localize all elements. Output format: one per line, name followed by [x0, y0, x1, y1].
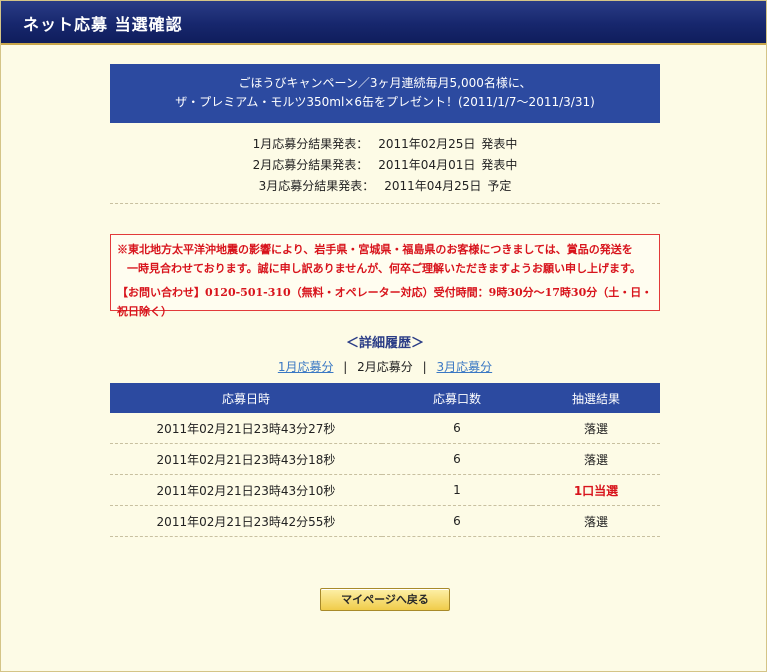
- notice-contact: 【お問い合わせ】0120-501-310（無料・オペレーター対応）受付時間：9時…: [117, 286, 653, 318]
- announcement-status: 予定: [487, 179, 512, 193]
- table-row: 2011年02月21日23時43分27秒 6 落選: [110, 413, 660, 444]
- earthquake-notice: ※東北地方太平洋沖地震の影響により、岩手県・宮城県・福島県のお客様につきましては…: [110, 234, 660, 318]
- month-tabs: 1月応募分 | 2月応募分 | 3月応募分: [110, 358, 660, 375]
- entry-datetime: 2011年02月21日23時42分55秒: [110, 505, 382, 537]
- announcement-row: 3月応募分結果発表： 2011年04月25日 予定: [110, 176, 660, 197]
- table-row: 2011年02月21日23時43分18秒 6 落選: [110, 443, 660, 475]
- banner-line-1: ごほうびキャンペーン／3ヶ月連続毎月5,000名様に、: [238, 76, 532, 90]
- notice-line-2: 一時見合わせております。誠に申し訳ありませんが、何卒ご理解いただきますようお願い…: [127, 262, 641, 275]
- announcement-label: 3月応募分結果発表：: [258, 179, 375, 193]
- entry-count: 6: [382, 413, 532, 444]
- announcement-status: 発表中: [481, 137, 518, 151]
- announcement-label: 1月応募分結果発表：: [252, 137, 369, 151]
- page-frame: ネット応募 当選確認 ごほうびキャンペーン／3ヶ月連続毎月5,000名様に、 ザ…: [0, 0, 767, 672]
- column-header-count: 応募口数: [382, 383, 532, 413]
- divider: [110, 203, 660, 204]
- table-header-row: 応募日時 応募口数 抽選結果: [110, 383, 660, 413]
- detail-history-heading: ＜詳細履歴＞: [345, 336, 424, 351]
- column-header-datetime: 応募日時: [110, 383, 382, 413]
- entry-history-table: 応募日時 応募口数 抽選結果 2011年02月21日23時43分27秒 6 落選…: [110, 383, 660, 537]
- column-header-result: 抽選結果: [532, 383, 660, 413]
- entry-datetime: 2011年02月21日23時43分27秒: [110, 413, 382, 444]
- table-row: 2011年02月21日23時42分55秒 6 落選: [110, 505, 660, 537]
- tab-january[interactable]: 1月応募分: [278, 360, 334, 374]
- announcement-label: 2月応募分結果発表：: [252, 158, 369, 172]
- entry-count: 6: [382, 443, 532, 475]
- tab-separator: |: [422, 360, 427, 374]
- result-announcements: 1月応募分結果発表： 2011年02月25日 発表中 2月応募分結果発表： 2011年…: [110, 134, 660, 197]
- page-title: ネット応募 当選確認: [23, 15, 183, 34]
- banner-line-2: ザ・プレミアム・モルツ350ml×6缶をプレゼント！(2011/1/7〜2011…: [175, 95, 595, 109]
- announcement-date: 2011年02月25日: [378, 137, 476, 151]
- campaign-banner: ごほうびキャンペーン／3ヶ月連続毎月5,000名様に、 ザ・プレミアム・モルツ3…: [110, 64, 660, 123]
- entry-count: 1: [382, 474, 532, 506]
- announcement-date: 2011年04月01日: [378, 158, 476, 172]
- entry-result: 落選: [532, 443, 660, 475]
- tab-separator: |: [343, 360, 348, 374]
- tab-february-current: 2月応募分: [357, 360, 413, 374]
- tab-march[interactable]: 3月応募分: [437, 360, 493, 374]
- entry-datetime: 2011年02月21日23時43分18秒: [110, 443, 382, 475]
- entry-result-win: 1口当選: [532, 474, 660, 506]
- announcement-date: 2011年04月25日: [384, 179, 482, 193]
- entry-datetime: 2011年02月21日23時43分10秒: [110, 474, 382, 506]
- notice-line-1: ※東北地方太平洋沖地震の影響により、岩手県・宮城県・福島県のお客様につきましては…: [117, 243, 633, 256]
- announcement-status: 発表中: [481, 158, 518, 172]
- entry-result: 落選: [532, 505, 660, 537]
- back-to-mypage-button[interactable]: マイページへ戻る: [320, 588, 450, 611]
- entry-result: 落選: [532, 413, 660, 444]
- table-row: 2011年02月21日23時43分10秒 1 1口当選: [110, 474, 660, 506]
- announcement-row: 2月応募分結果発表： 2011年04月01日 発表中: [110, 155, 660, 176]
- title-bar: ネット応募 当選確認: [1, 1, 766, 45]
- announcement-row: 1月応募分結果発表： 2011年02月25日 発表中: [110, 134, 660, 155]
- entry-count: 6: [382, 505, 532, 537]
